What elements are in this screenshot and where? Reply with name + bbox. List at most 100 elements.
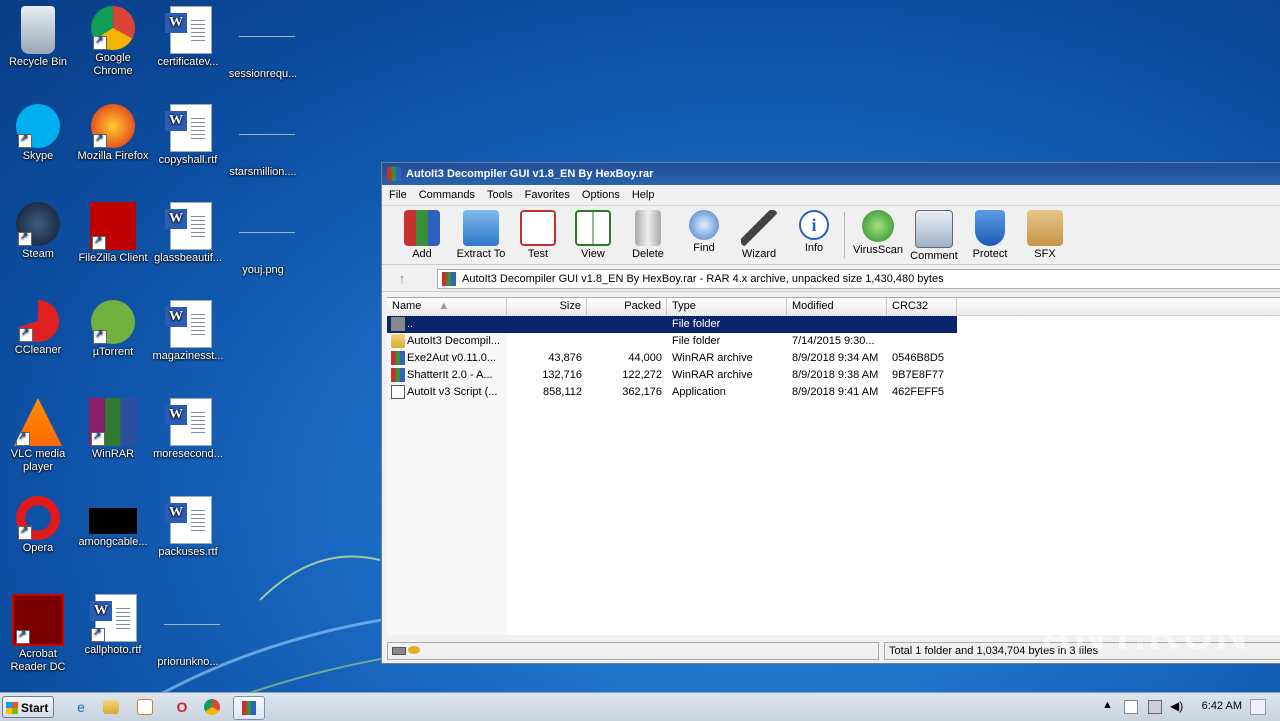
up-arrow-icon[interactable]: ↑	[392, 271, 412, 287]
column-modified[interactable]: Modified	[787, 298, 887, 315]
cell-type: WinRAR archive	[672, 369, 753, 381]
menu-commands[interactable]: Commands	[412, 189, 480, 201]
desktop-icon-label: µTorrent	[92, 346, 134, 358]
desktop-icon-google-chrome[interactable]: Google Chrome	[75, 6, 151, 78]
info-icon: i	[799, 210, 829, 240]
table-row[interactable]: Exe2Aut v0.11.0... 43,876 44,000 WinRAR arc…	[387, 350, 957, 367]
desktop-icon-sessionrequ[interactable]: sessionrequ...	[225, 6, 301, 81]
explorer-icon[interactable]	[103, 700, 119, 714]
chrome-taskbar-icon[interactable]	[204, 699, 220, 715]
media-player-icon[interactable]	[137, 699, 153, 715]
wizard-button[interactable]: Wizard	[731, 210, 787, 260]
desktop-icon-copyshall-rtf[interactable]: Wcopyshall.rtf	[150, 104, 226, 167]
show-desktop-button[interactable]	[1250, 699, 1266, 715]
volume-icon[interactable]: ◀)	[1170, 699, 1183, 713]
desktop-icon-certificatev[interactable]: Wcertificatev...	[150, 6, 226, 69]
desktop-icon-moresecond[interactable]: Wmoresecond...	[150, 398, 226, 461]
winrar-taskbar-button[interactable]	[233, 696, 265, 720]
shortcut-arrow-icon	[16, 430, 30, 446]
column-crc32[interactable]: CRC32	[887, 298, 957, 315]
desktop-icon--torrent[interactable]: µTorrent	[75, 300, 151, 359]
delete-button[interactable]: Delete	[620, 210, 676, 260]
skype-icon	[16, 104, 60, 148]
menu-options[interactable]: Options	[575, 189, 625, 201]
desktop-icon-label: starsmillion....	[229, 166, 297, 178]
test-button[interactable]: Test	[510, 210, 566, 260]
shortcut-arrow-icon	[18, 132, 32, 148]
add-label: Add	[412, 248, 432, 260]
desktop-icon-ccleaner[interactable]: CCleaner	[0, 300, 76, 357]
table-row[interactable]: AutoIt3 Decompil... File folder 7/14/2015 …	[387, 333, 957, 350]
column-size-label: Size	[559, 300, 581, 312]
desktop-icon-amongcable[interactable]: amongcable...	[75, 496, 151, 549]
view-button[interactable]: View	[565, 210, 621, 260]
blank-file-icon	[239, 116, 295, 164]
menu-help[interactable]: Help	[625, 189, 660, 201]
column-name[interactable]: Name ▲	[387, 298, 507, 315]
column-type[interactable]: Type	[667, 298, 787, 315]
column-name-label: Name	[392, 300, 422, 312]
cell-name: Exe2Aut v0.11.0...	[407, 352, 497, 364]
folder-icon	[391, 334, 405, 348]
network-icon[interactable]	[1148, 700, 1162, 714]
file-list[interactable]: Name ▲ Size Packed Type Modified CRC32 .…	[386, 297, 1280, 635]
word-doc-icon: W	[89, 594, 137, 642]
desktop-icon-priorunkno[interactable]: priorunkno...	[150, 594, 226, 669]
clock[interactable]: 6:42 AM	[1202, 700, 1242, 712]
rar-archive-icon	[391, 368, 405, 382]
desktop-icon-recycle-bin[interactable]: Recycle Bin	[0, 6, 76, 69]
utorrent-icon	[91, 300, 135, 344]
desktop-icon-acrobat-reader-dc[interactable]: Acrobat Reader DC	[0, 594, 76, 674]
desktop-icon-magazinesst[interactable]: Wmagazinesst...	[150, 300, 226, 363]
desktop-icon-opera[interactable]: Opera	[0, 496, 76, 555]
desktop-icon-filezilla-client[interactable]: FileZilla Client	[75, 202, 151, 265]
window-titlebar[interactable]: AutoIt3 Decompiler GUI v1.8_EN By HexBoy…	[382, 163, 1280, 185]
show-hidden-icons-icon[interactable]: ▲	[1102, 699, 1113, 711]
table-row[interactable]: AutoIt v3 Script (... 858,112 362,176 Appli…	[387, 384, 957, 401]
archive-path-field[interactable]: AutoIt3 Decompiler GUI v1.8_EN By HexBoy…	[437, 269, 1280, 289]
cell-type: File folder	[672, 335, 721, 347]
desktop-icon-winrar[interactable]: WinRAR	[75, 398, 151, 461]
desktop-icon-callphoto-rtf[interactable]: Wcallphoto.rtf	[75, 594, 151, 657]
cell-size: 132,716	[542, 369, 582, 381]
column-header: Name ▲ Size Packed Type Modified CRC32	[387, 298, 1280, 316]
desktop-icon-starsmillion[interactable]: starsmillion....	[225, 104, 301, 179]
desktop-icon-youj-png[interactable]: youj.png	[225, 202, 301, 277]
table-row[interactable]: ShatterIt 2.0 - A... 132,716 122,272 WinRAR…	[387, 367, 957, 384]
desktop-icon-label: sessionrequ...	[228, 68, 298, 80]
desktop-icon-glassbeautif[interactable]: Wglassbeautif...	[150, 202, 226, 265]
word-doc-icon: W	[164, 300, 212, 348]
add-button[interactable]: Add	[394, 210, 450, 260]
column-size[interactable]: Size	[507, 298, 587, 315]
sfx-button[interactable]: SFX	[1017, 210, 1073, 260]
virusscan-button[interactable]: VirusScan	[850, 210, 906, 256]
desktop-icon-mozilla-firefox[interactable]: Mozilla Firefox	[75, 104, 151, 163]
menu-favorites[interactable]: Favorites	[518, 189, 575, 201]
protect-button[interactable]: Protect	[962, 210, 1018, 260]
desktop-icon-skype[interactable]: Skype	[0, 104, 76, 163]
table-row[interactable]: .. File folder	[386, 315, 958, 334]
comment-button[interactable]: Comment	[906, 210, 962, 262]
blank-file-icon	[164, 606, 220, 654]
menu-tools[interactable]: Tools	[480, 189, 518, 201]
cell-modified: 8/9/2018 9:38 AM	[792, 369, 879, 381]
cell-size: 43,876	[548, 352, 582, 364]
winrar-window[interactable]: AutoIt3 Decompiler GUI v1.8_EN By HexBoy…	[381, 162, 1280, 664]
cell-type: WinRAR archive	[672, 352, 753, 364]
desktop-icon-vlc-media-player[interactable]: VLC media player	[0, 398, 76, 474]
toolbar: Add Extract To Test View Delete Find Wiz…	[382, 206, 1280, 265]
column-packed[interactable]: Packed	[587, 298, 667, 315]
info-button[interactable]: i Info	[786, 210, 842, 254]
opera-taskbar-icon[interactable]: O	[171, 697, 193, 717]
cell-modified: 7/14/2015 9:30...	[792, 335, 875, 347]
extract-to-button[interactable]: Extract To	[453, 210, 509, 260]
menu-file[interactable]: File	[382, 189, 412, 201]
word-doc-icon: W	[164, 6, 212, 54]
find-button[interactable]: Find	[676, 210, 732, 254]
start-button[interactable]: Start	[2, 696, 54, 718]
winrar-taskbar-icon	[242, 701, 256, 715]
action-center-icon[interactable]	[1124, 700, 1138, 714]
desktop-icon-packuses-rtf[interactable]: Wpackuses.rtf	[150, 496, 226, 559]
desktop-icon-steam[interactable]: Steam	[0, 202, 76, 261]
ie-icon[interactable]: e	[70, 697, 92, 717]
